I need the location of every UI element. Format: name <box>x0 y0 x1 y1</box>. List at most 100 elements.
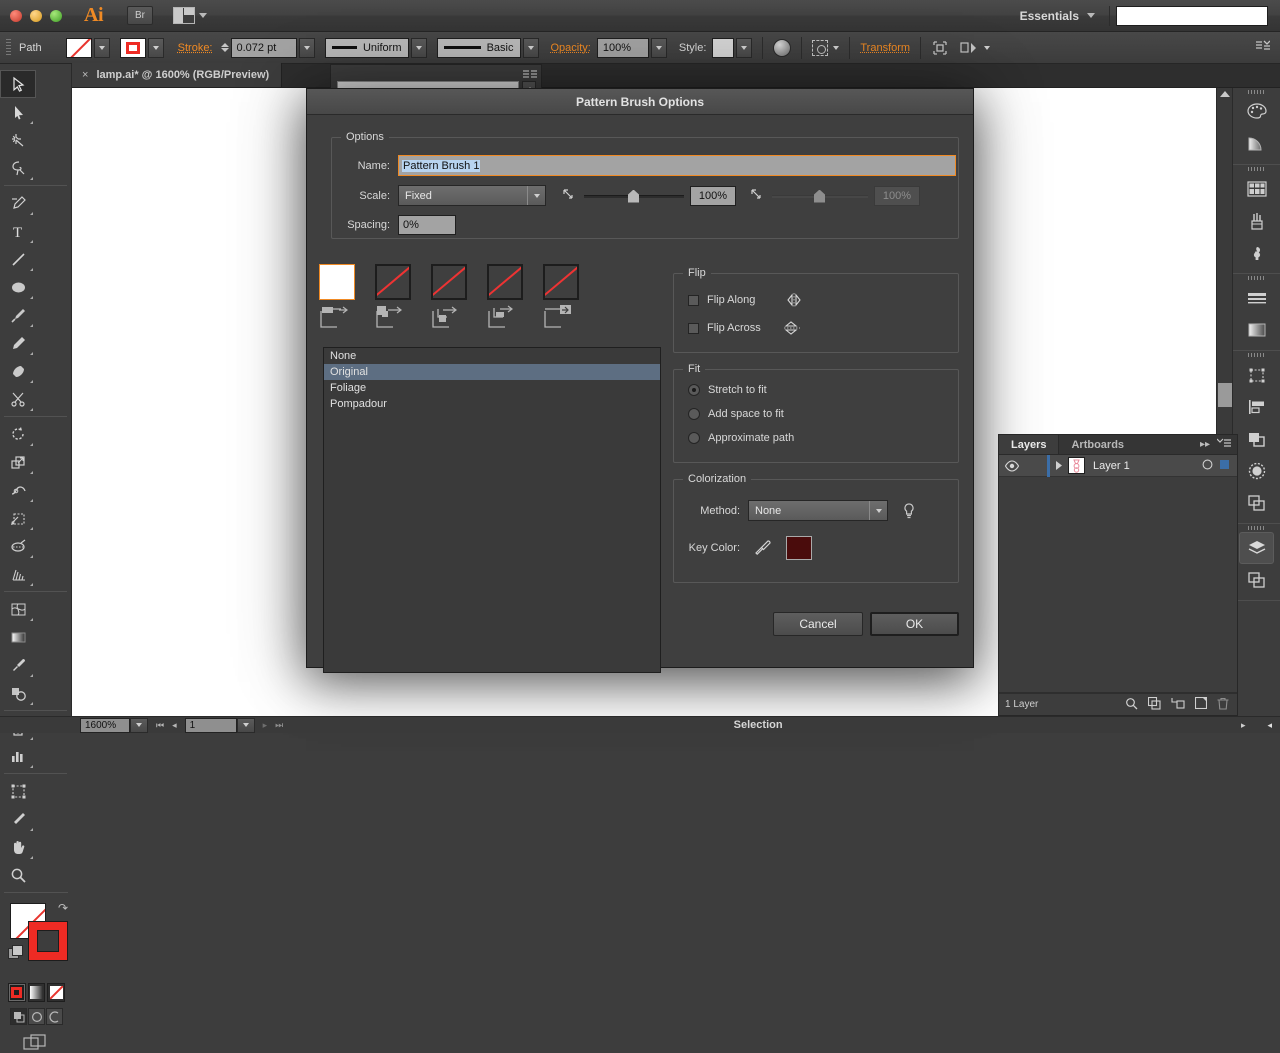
pen-tool[interactable] <box>0 189 36 217</box>
panel-menu-icon[interactable] <box>1216 438 1231 452</box>
tile-swatch-side[interactable] <box>319 264 355 336</box>
tile-swatch-inner-corner[interactable] <box>431 264 467 336</box>
stroke-weight-stepper[interactable] <box>220 43 229 52</box>
locate-object-icon[interactable] <box>1125 697 1138 713</box>
chevron-down-icon[interactable] <box>984 45 991 50</box>
flip-across-label[interactable]: Flip Across <box>707 322 761 334</box>
approximate-path-radio[interactable] <box>688 432 700 444</box>
chevron-down-icon[interactable] <box>833 45 840 50</box>
shape-builder-tool[interactable] <box>0 532 36 560</box>
flip-across-checkbox[interactable] <box>688 322 699 334</box>
color-guide-panel-icon[interactable] <box>1233 128 1280 160</box>
document-tab[interactable]: × lamp.ai* @ 1600% (RGB/Preview) <box>72 63 283 87</box>
artboard-number-input[interactable]: 1 <box>184 717 237 733</box>
blend-tool[interactable] <box>0 679 36 707</box>
stroke-weight-input[interactable]: 0.072 pt <box>230 37 297 58</box>
brushes-panel-icon[interactable] <box>1233 205 1280 237</box>
scroll-left-icon[interactable]: ◂ <box>1267 720 1272 731</box>
spacing-input[interactable]: 0% <box>398 215 456 235</box>
create-new-layer-icon[interactable] <box>1194 696 1208 712</box>
stroke-color-control[interactable] <box>119 37 164 58</box>
tile-swatch-start[interactable] <box>487 264 523 336</box>
chevron-down-icon[interactable] <box>527 186 545 205</box>
swatches-panel-icon[interactable] <box>1233 173 1280 205</box>
hand-tool[interactable] <box>0 833 36 861</box>
layer-visibility-toggle[interactable] <box>999 459 1025 472</box>
draw-normal-button[interactable] <box>10 1008 27 1025</box>
layer-target-icon[interactable] <box>1202 459 1213 473</box>
slice-tool[interactable] <box>0 805 36 833</box>
zoom-level-input[interactable]: 1600% <box>80 717 130 733</box>
scale-slider-1[interactable] <box>584 188 684 204</box>
layers-panel-icon[interactable] <box>1239 532 1274 564</box>
artboard-nav-prev[interactable]: ◂ <box>172 720 177 731</box>
ellipse-tool[interactable] <box>0 273 36 301</box>
artboard-nav-next[interactable]: ▸ <box>263 720 268 731</box>
layer-select-indicator[interactable] <box>1220 459 1229 472</box>
eyedropper-tool[interactable] <box>0 651 36 679</box>
arrange-documents-button[interactable] <box>173 7 207 24</box>
isolate-group-icon[interactable] <box>931 39 949 57</box>
magic-wand-tool[interactable] <box>0 126 36 154</box>
artboards-panel-icon[interactable] <box>1233 564 1280 596</box>
gradient-panel-icon[interactable] <box>1233 314 1280 346</box>
dock-grip-icon[interactable] <box>1233 274 1280 282</box>
chevron-down-icon[interactable] <box>869 501 887 520</box>
stroke-panel-icon[interactable] <box>1233 282 1280 314</box>
close-icon[interactable]: × <box>82 69 88 81</box>
paintbrush-tool[interactable] <box>0 301 36 329</box>
scissors-tool[interactable] <box>0 385 36 413</box>
list-item[interactable]: None <box>324 348 660 364</box>
status-menu-button[interactable]: ▸ <box>1241 720 1246 731</box>
transform-panel-icon[interactable] <box>1233 359 1280 391</box>
symbols-panel-icon[interactable] <box>1233 237 1280 269</box>
key-color-eyedropper-icon[interactable] <box>754 539 772 557</box>
mesh-tool[interactable] <box>0 595 36 623</box>
align-panel-icon[interactable] <box>1233 391 1280 423</box>
change-screen-mode-button[interactable] <box>0 1025 71 1053</box>
delete-layer-icon[interactable] <box>1217 697 1229 713</box>
stroke-swatch[interactable] <box>119 37 146 58</box>
opacity-mask-icon[interactable] <box>773 38 792 57</box>
create-new-sublayer-icon[interactable] <box>1171 697 1185 712</box>
brush-definition-dropdown-button[interactable] <box>522 37 539 58</box>
flip-along-checkbox[interactable] <box>688 294 699 306</box>
artboard-nav-first[interactable]: ⏮ <box>156 720 164 731</box>
swap-fill-stroke-icon[interactable]: ↷ <box>58 901 68 915</box>
pencil-tool[interactable] <box>0 329 36 357</box>
blob-brush-tool[interactable] <box>0 357 36 385</box>
stroke-profile-select[interactable]: Uniform <box>324 37 409 58</box>
dock-grip-icon[interactable] <box>1233 165 1280 173</box>
none-mode-button[interactable] <box>47 983 66 1002</box>
transparency-panel-icon[interactable] <box>1233 455 1280 487</box>
tab-layers[interactable]: Layers <box>999 435 1060 454</box>
list-item[interactable]: Pompadour <box>324 396 660 412</box>
bridge-button[interactable]: Br <box>127 6 153 25</box>
scale-mode-select[interactable]: Fixed <box>398 185 546 206</box>
dock-grip-icon[interactable] <box>1233 524 1280 532</box>
window-controls[interactable] <box>0 9 62 22</box>
opacity-dropdown-button[interactable] <box>650 37 667 58</box>
fill-color-control[interactable] <box>65 37 110 58</box>
brush-name-input[interactable]: Pattern Brush 1 <box>398 155 956 176</box>
list-item[interactable]: Foliage <box>324 380 660 396</box>
tab-artboards[interactable]: Artboards <box>1059 435 1136 454</box>
tips-lightbulb-icon[interactable] <box>902 502 916 520</box>
ok-button[interactable]: OK <box>870 612 959 636</box>
add-space-to-fit-label[interactable]: Add space to fit <box>708 408 784 420</box>
default-fill-stroke-icon[interactable] <box>8 945 23 959</box>
opacity-label[interactable]: Opacity: <box>551 42 591 54</box>
tile-swatch-outer-corner[interactable] <box>375 264 411 336</box>
graphic-style-dropdown-button[interactable] <box>736 37 753 58</box>
brush-definition-select[interactable]: Basic <box>436 37 521 58</box>
flip-along-label[interactable]: Flip Along <box>707 294 755 306</box>
close-window-button[interactable] <box>10 9 22 22</box>
line-segment-tool[interactable] <box>0 245 36 273</box>
workspace-switcher[interactable]: Essentials <box>1020 5 1116 26</box>
dock-grip-icon[interactable] <box>1233 88 1280 96</box>
color-mode-button[interactable] <box>8 983 26 1002</box>
make-clipping-mask-icon[interactable] <box>1147 696 1161 713</box>
collapse-panel-icon[interactable]: ▸▸ <box>1200 439 1210 450</box>
artboard-dropdown-button[interactable] <box>236 717 255 733</box>
perspective-grid-tool[interactable] <box>0 560 36 588</box>
